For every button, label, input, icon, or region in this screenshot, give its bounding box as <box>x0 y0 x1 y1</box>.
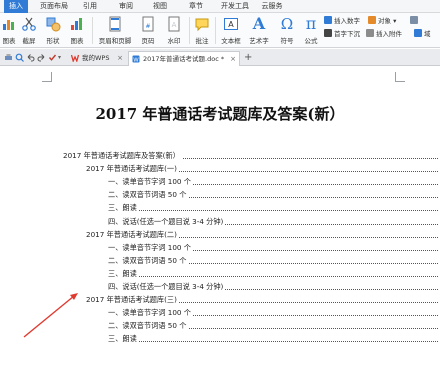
ribbon-divider <box>92 17 93 44</box>
close-icon[interactable]: × <box>230 52 236 66</box>
page-number-button[interactable]: # 页码 <box>136 13 160 47</box>
document-tab-bar: ▾ 我的WPS × W 2017年普通话考试题.doc * × + <box>0 49 440 66</box>
tab-current-document-label: 2017年普通话考试题.doc * <box>143 55 225 63</box>
formula-button[interactable]: π 公式 <box>300 13 322 47</box>
chart-insert-label: 图表 <box>70 37 84 45</box>
insert-attachment-button[interactable]: 插入附件 <box>366 29 402 40</box>
field-label: 域 <box>424 30 431 38</box>
undo-icon[interactable] <box>26 53 35 62</box>
screenshot-button[interactable]: 截屏 <box>18 13 40 47</box>
shapes-label: 形状 <box>46 37 60 45</box>
watermark-label: 水印 <box>167 37 181 45</box>
object-icon <box>368 16 376 24</box>
document-page[interactable]: 2017 年普通话考试题库及答案(新） 2017 年普通话考试题库及答案(新） 2… <box>0 66 440 373</box>
insert-number-button[interactable]: 插入数字 <box>324 16 360 27</box>
chart-button[interactable]: 图表 <box>0 13 18 47</box>
page-number-icon: # <box>142 16 154 32</box>
close-icon[interactable]: × <box>117 51 123 65</box>
drop-cap-button[interactable]: 首字下沉 <box>324 29 360 40</box>
attachment-icon <box>366 29 374 37</box>
tab-my-wps-label: 我的WPS <box>82 54 110 62</box>
watermark-button[interactable]: A 水印 <box>162 13 186 47</box>
field-icon <box>414 29 422 37</box>
menu-tab-view[interactable]: 视图 <box>150 0 170 13</box>
object-label: 对象 <box>378 17 391 25</box>
ribbon-toolbar: 图表 截屏 形状 图表 页眉和页脚 # 页码 A 水印 批注 A 文本框 A 艺… <box>0 13 440 48</box>
art-text-button[interactable]: A 艺术字 <box>246 13 272 47</box>
print-icon[interactable] <box>4 53 13 62</box>
chart-icon <box>3 20 14 30</box>
symbol-button[interactable]: Ω 符号 <box>276 13 298 47</box>
menu-tab-references[interactable]: 引用 <box>80 0 100 13</box>
art-text-label: 艺术字 <box>249 37 269 45</box>
drop-cap-icon <box>324 29 332 37</box>
header-footer-icon <box>109 16 121 32</box>
bar-chart-icon <box>71 18 82 30</box>
annotation-arrow-icon <box>23 293 78 338</box>
shapes-icon <box>46 17 61 32</box>
tab-current-document[interactable]: W 2017年普通话考试题.doc * × <box>128 51 240 66</box>
symbol-label: 符号 <box>280 37 294 45</box>
header-footer-button[interactable]: 页眉和页脚 <box>96 13 134 47</box>
menu-tab-review[interactable]: 审阅 <box>116 0 136 13</box>
comment-label: 批注 <box>195 37 209 45</box>
comment-button[interactable]: 批注 <box>192 13 212 47</box>
object-button[interactable]: 对象 ▾ <box>368 16 396 27</box>
textbox-button[interactable]: A 文本框 <box>218 13 244 47</box>
art-text-icon: A <box>252 14 266 33</box>
ribbon-divider <box>215 17 216 44</box>
menu-tab-developer[interactable]: 开发工具 <box>218 0 252 13</box>
pi-icon: π <box>305 14 317 33</box>
screenshot-label: 截屏 <box>22 37 36 45</box>
menu-tab-page-layout[interactable]: 页面布局 <box>38 0 70 13</box>
page-number-label: 页码 <box>141 37 155 45</box>
menu-tab-cloud[interactable]: 云服务 <box>258 0 286 13</box>
menu-bar: 插入 页面布局 引用 审阅 视图 章节 开发工具 云服务 <box>0 0 440 13</box>
new-tab-button[interactable]: + <box>244 51 252 64</box>
date-button[interactable] <box>410 16 420 27</box>
svg-text:A: A <box>172 21 177 29</box>
quick-access-dropdown-icon[interactable]: ▾ <box>58 53 67 62</box>
insert-number-label: 插入数字 <box>334 17 360 25</box>
field-button[interactable]: 域 <box>414 29 431 40</box>
number-icon <box>324 16 332 24</box>
ribbon-divider <box>189 17 190 44</box>
menu-tab-sections[interactable]: 章节 <box>186 0 206 13</box>
redo-icon[interactable] <box>37 53 46 62</box>
menu-tab-insert[interactable]: 插入 <box>4 0 28 13</box>
header-footer-label: 页眉和页脚 <box>98 37 132 45</box>
comment-icon <box>195 18 209 32</box>
wps-logo-icon <box>71 54 79 62</box>
svg-text:W: W <box>133 57 139 63</box>
chart-insert-button[interactable]: 图表 <box>66 13 88 47</box>
formula-label: 公式 <box>304 37 318 45</box>
scissors-icon <box>22 17 36 31</box>
preview-icon[interactable] <box>15 53 24 62</box>
svg-text:A: A <box>228 20 234 29</box>
check-icon[interactable] <box>48 53 57 62</box>
drop-cap-label: 首字下沉 <box>334 30 360 38</box>
omega-icon: Ω <box>280 15 294 33</box>
word-document-icon: W <box>132 55 140 63</box>
svg-text:#: # <box>145 23 150 30</box>
insert-attachment-label: 插入附件 <box>376 30 402 38</box>
shapes-button[interactable]: 形状 <box>42 13 64 47</box>
watermark-icon: A <box>168 16 180 32</box>
calendar-icon <box>410 16 418 24</box>
tab-my-wps[interactable]: 我的WPS × <box>68 51 126 66</box>
textbox-label: 文本框 <box>221 37 241 45</box>
textbox-icon: A <box>224 18 238 30</box>
chart-label: 图表 <box>2 37 16 45</box>
